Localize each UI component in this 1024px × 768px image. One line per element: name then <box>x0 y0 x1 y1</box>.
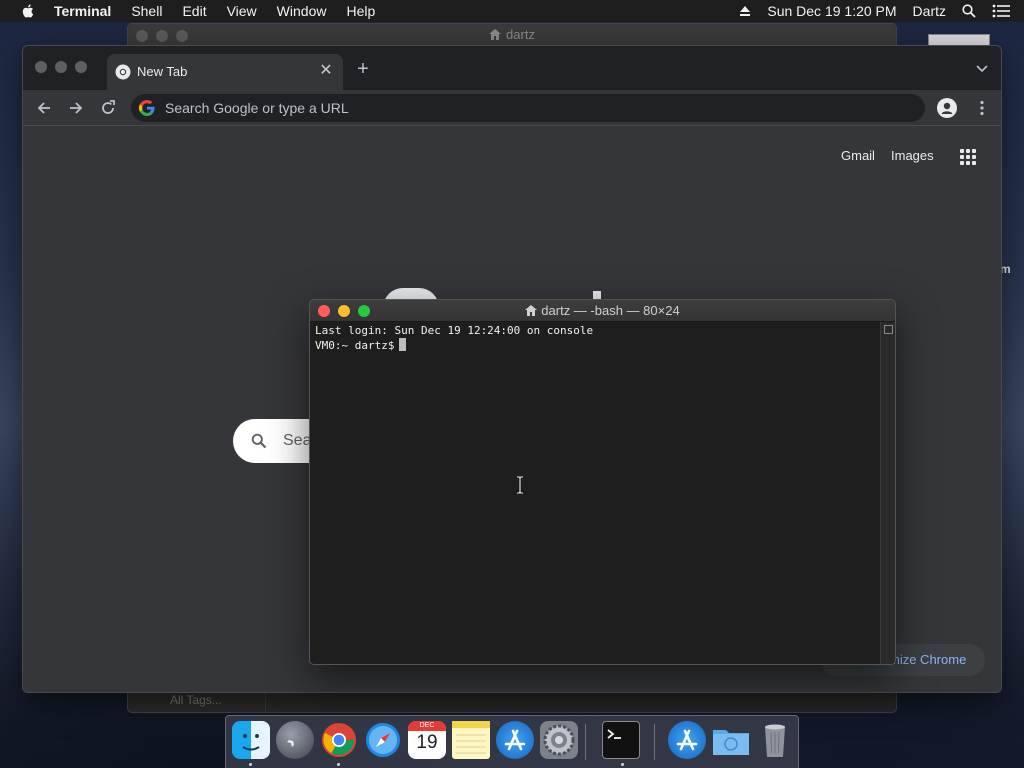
home-icon <box>489 29 502 40</box>
chrome-favicon-icon <box>115 64 131 80</box>
dock-terminal-icon[interactable] <box>602 721 640 759</box>
bg-minimize-button[interactable] <box>156 30 168 42</box>
notification-center-icon[interactable] <box>992 4 1010 18</box>
reload-icon[interactable] <box>99 99 117 117</box>
dock-system-preferences-icon[interactable] <box>540 721 578 759</box>
dock-separator <box>585 724 586 760</box>
dock-launchpad-icon[interactable] <box>276 721 314 759</box>
gmail-link[interactable]: Gmail <box>841 148 875 163</box>
chrome-minimize-button[interactable] <box>55 61 67 73</box>
google-g-icon <box>139 100 155 116</box>
chrome-toolbar <box>23 90 1001 126</box>
menu-user[interactable]: Dartz <box>913 3 946 19</box>
terminal-titlebar[interactable]: dartz — -bash — 80×24 <box>310 300 895 322</box>
google-apps-grid-icon[interactable] <box>959 148 977 166</box>
menu-clock[interactable]: Sun Dec 19 1:20 PM <box>767 3 896 19</box>
dock-separator <box>654 724 655 760</box>
terminal-title-text: dartz — -bash — 80×24 <box>541 303 680 318</box>
dock-trash-icon[interactable] <box>756 721 794 759</box>
calendar-month: DEC <box>408 721 446 731</box>
back-arrow-icon[interactable] <box>35 99 53 117</box>
menu-view[interactable]: View <box>227 3 257 19</box>
terminal-title: dartz — -bash — 80×24 <box>310 303 895 318</box>
background-window-titlebar[interactable]: dartz <box>128 24 896 46</box>
profile-avatar-icon[interactable] <box>937 98 957 118</box>
dock-notes-icon[interactable] <box>452 721 490 759</box>
spotlight-search-icon[interactable] <box>962 4 976 18</box>
chrome-tabstrip: New Tab ✕ + <box>23 46 1001 90</box>
menu-edit[interactable]: Edit <box>182 3 206 19</box>
calendar-day: 19 <box>416 732 438 753</box>
dock-chrome-icon[interactable] <box>320 721 358 759</box>
dock-running-indicator <box>249 763 252 766</box>
ibeam-cursor-icon <box>517 476 523 494</box>
terminal-output[interactable]: Last login: Sun Dec 19 12:24:00 on conso… <box>310 322 882 664</box>
terminal-prompt-line[interactable]: VM0:~ dartz$ <box>315 338 877 353</box>
eject-icon[interactable] <box>739 5 751 17</box>
terminal-scrollbar[interactable] <box>880 322 895 664</box>
terminal-prompt: VM0:~ dartz$ <box>315 339 395 352</box>
dock-running-indicator <box>621 763 624 766</box>
terminal-line: Last login: Sun Dec 19 12:24:00 on conso… <box>315 324 594 337</box>
omnibox[interactable] <box>131 94 925 122</box>
apple-menu-icon[interactable] <box>20 3 36 19</box>
terminal-window[interactable]: dartz — -bash — 80×24 Last login: Sun De… <box>309 299 896 665</box>
chrome-menu-kebab-icon[interactable] <box>973 99 991 117</box>
background-window-footer[interactable]: All Tags... <box>128 690 266 712</box>
dock-calendar-icon[interactable]: DEC 19 <box>408 721 446 759</box>
chrome-close-button[interactable] <box>35 61 47 73</box>
menu-shell[interactable]: Shell <box>131 3 162 19</box>
menu-window[interactable]: Window <box>277 3 327 19</box>
background-window-title: dartz <box>506 27 535 42</box>
customize-chrome-label: mize Chrome <box>889 652 967 667</box>
terminal-cursor <box>399 338 407 351</box>
menu-bar: Terminal Shell Edit View Window Help Sun… <box>0 0 1024 22</box>
forward-arrow-icon[interactable] <box>67 99 85 117</box>
menu-help[interactable]: Help <box>346 3 375 19</box>
dock-app-store-icon[interactable] <box>496 721 534 759</box>
ntp-search-text: Sea <box>283 432 312 449</box>
new-tab-plus-icon[interactable]: + <box>353 59 373 80</box>
tab-title: New Tab <box>137 64 188 79</box>
dock-downloads-folder-icon[interactable] <box>712 721 750 759</box>
images-link[interactable]: Images <box>891 148 934 163</box>
dock-finder-icon[interactable] <box>232 721 270 759</box>
search-icon <box>251 433 267 449</box>
omnibox-input[interactable] <box>165 94 905 122</box>
dock-applications-folder-icon[interactable] <box>668 721 706 759</box>
terminal-split-pane-icon[interactable] <box>884 325 893 334</box>
menu-app-terminal[interactable]: Terminal <box>54 3 111 19</box>
dock: DEC 19 <box>225 715 799 768</box>
dock-running-indicator <box>337 763 340 766</box>
chrome-zoom-button[interactable] <box>75 61 87 73</box>
bg-zoom-button[interactable] <box>176 30 188 42</box>
tab-close-icon[interactable]: ✕ <box>317 62 335 80</box>
dock-safari-icon[interactable] <box>364 721 402 759</box>
tab-search-chevron-icon[interactable] <box>975 62 989 76</box>
tab-new-tab[interactable]: New Tab ✕ <box>107 54 343 90</box>
bg-close-button[interactable] <box>136 30 148 42</box>
home-icon <box>525 305 538 316</box>
